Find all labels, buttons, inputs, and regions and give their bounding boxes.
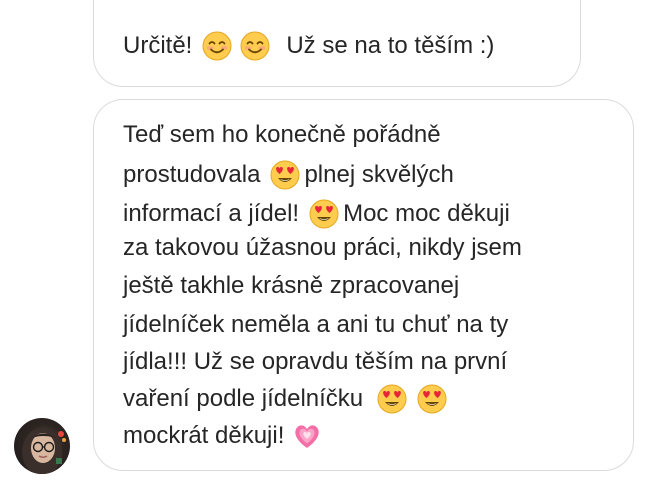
- message-text: Moc moc děkuji: [343, 200, 510, 227]
- message-text: vaření podle jídelníčku: [123, 385, 364, 412]
- message-text: jídla!!! Už se opravdu těším na první: [123, 348, 508, 375]
- smiling-face-icon: [240, 31, 270, 61]
- message-line: vaření podle jídelníčku: [123, 384, 451, 414]
- message-text: Určitě!: [123, 32, 193, 59]
- message-line: jídelníček neměla a ani tu chuť na ty: [123, 311, 508, 339]
- message-line: za takovou úžasnou práci, nikdy jsem: [123, 234, 522, 262]
- message-line: jídla!!! Už se opravdu těším na první: [123, 348, 507, 376]
- message-text: jídelníček neměla a ani tu chuť na ty: [123, 311, 509, 338]
- message-line: ještě takhle krásně zpracovanej: [123, 272, 459, 300]
- avatar[interactable]: [14, 418, 70, 474]
- message-text: Teď sem ho konečně pořádně: [123, 121, 441, 148]
- growing-heart-icon: [292, 421, 322, 451]
- message-line: Teď sem ho konečně pořádně: [123, 121, 441, 149]
- heart-eyes-icon: [377, 384, 407, 414]
- message-line: informací a jídel! Moc moc děkuji: [123, 199, 510, 229]
- message-text: plnej skvělých: [304, 161, 454, 188]
- message-text: prostudovala: [123, 161, 261, 188]
- heart-eyes-icon: [270, 160, 300, 190]
- heart-eyes-icon: [417, 384, 447, 414]
- message-line: prostudovala plnej skvělých: [123, 160, 454, 190]
- message-text: Už se na to těším :): [286, 32, 495, 59]
- heart-eyes-icon: [309, 199, 339, 229]
- message-line: Určitě! Už se na to těším :): [123, 31, 494, 61]
- message-text: mockrát děkuji!: [123, 422, 285, 449]
- message-line: mockrát děkuji!: [123, 421, 326, 451]
- message-text: informací a jídel!: [123, 200, 300, 227]
- smiling-face-icon: [202, 31, 232, 61]
- message-text: ještě takhle krásně zpracovanej: [123, 272, 460, 299]
- message-text: za takovou úžasnou práci, nikdy jsem: [123, 234, 522, 261]
